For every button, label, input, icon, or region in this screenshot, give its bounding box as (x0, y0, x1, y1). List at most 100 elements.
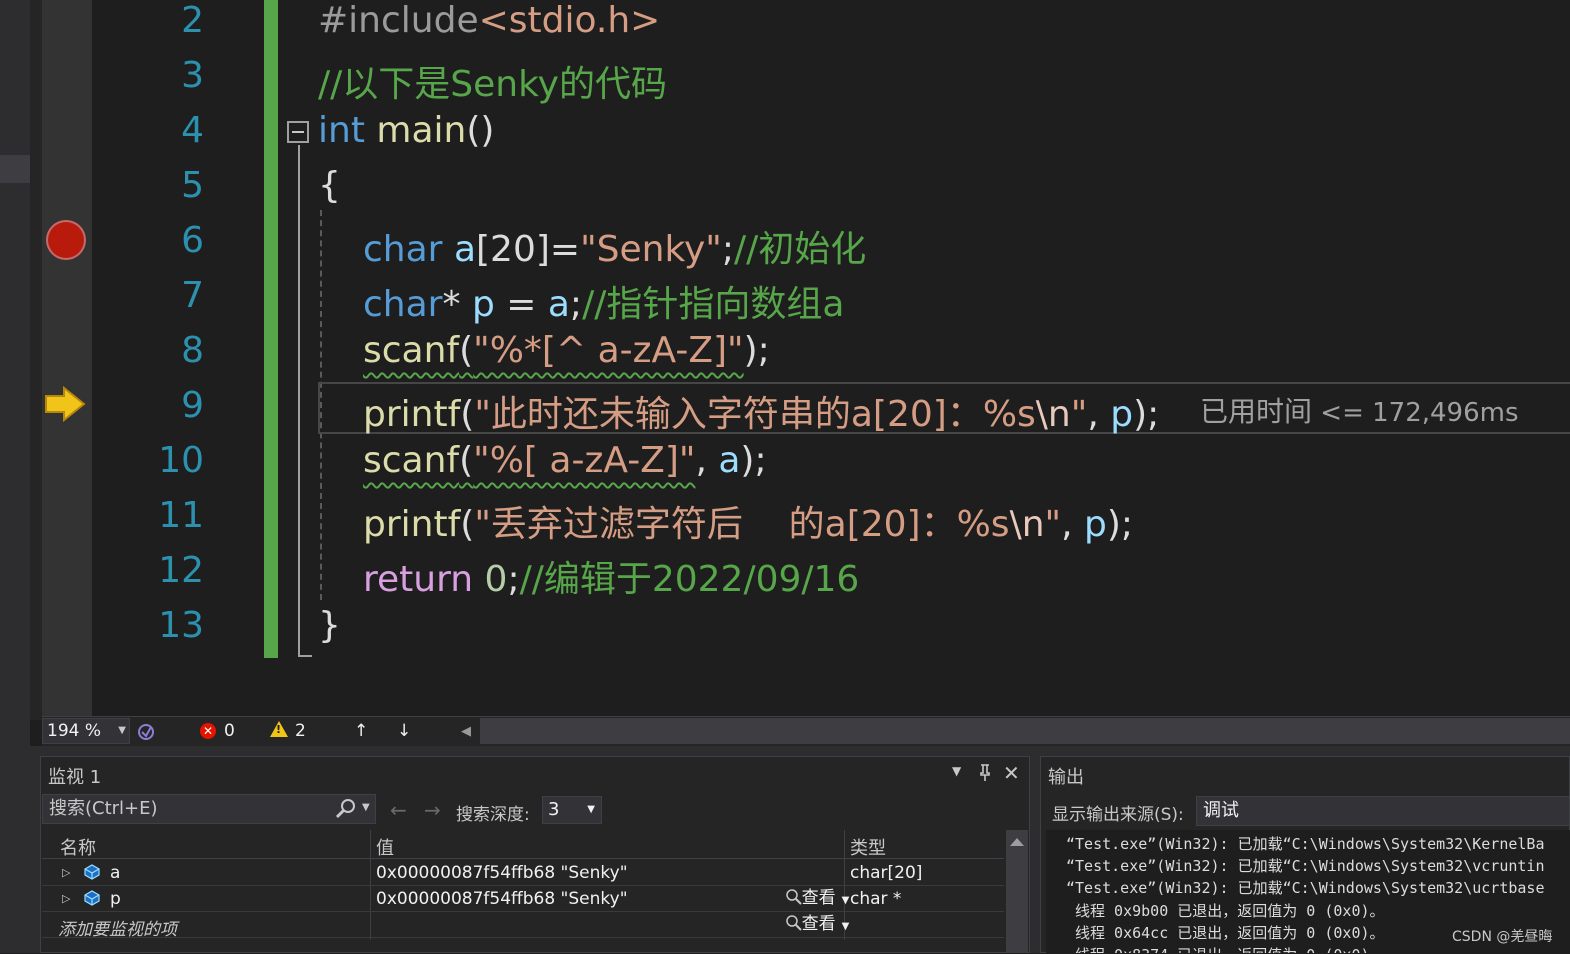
code-line-4[interactable]: int main() (318, 110, 494, 151)
variable: p (471, 284, 495, 325)
code-line-12[interactable]: return 0;//编辑于2022/09/16 (363, 550, 859, 602)
code-line-11[interactable]: printf("丢弃过滤字符后 的a[20]：%s\n", p); (363, 495, 1133, 547)
number-literal: 0 (473, 559, 508, 600)
keyword: char (363, 229, 443, 270)
search-forward-arrow-icon[interactable]: → (424, 798, 441, 822)
output-line: 线程 0x64cc 已退出，返回值为 0 (0x0)。 (1066, 924, 1385, 942)
variable: a (453, 229, 476, 270)
watch-item-value[interactable]: 0x00000087f54ffb68 "Senky" (376, 889, 628, 909)
warning-icon[interactable]: ! (270, 721, 288, 737)
add-watch-row[interactable]: 添加要监视的项 (42, 912, 1004, 940)
warning-count[interactable]: 2 (295, 721, 306, 741)
punctuation: ( (459, 440, 474, 481)
punctuation: () (466, 110, 495, 151)
add-watch-placeholder[interactable]: 添加要监视的项 (58, 915, 177, 940)
output-line: 线程 0x9b00 已退出，返回值为 0 (0x0)。 (1066, 902, 1385, 920)
function-name: main (376, 110, 467, 151)
code-line-13[interactable]: } (318, 605, 341, 646)
error-count[interactable]: 0 (224, 721, 235, 741)
line-number: 9 (181, 385, 204, 426)
keyword: return (363, 559, 474, 600)
output-line: “Test.exe”(Win32): 已加载“C:\Windows\System… (1066, 857, 1545, 875)
left-collapsed-tab[interactable] (0, 155, 30, 183)
code-line-8[interactable]: scanf("%*[^ a-zA-Z]"); (363, 330, 770, 371)
window-position-dropdown-icon[interactable]: ▼ (952, 764, 961, 778)
punctuation: ); (743, 330, 770, 371)
zoom-value: 194 % (47, 721, 102, 741)
line-number: 11 (158, 495, 204, 536)
watch-item-value[interactable]: 0x00000087f54ffb68 "Senky" (376, 863, 628, 883)
watch-row[interactable]: ▷ p 0x00000087f54ffb68 "Senky" 查看 ▼ char … (42, 886, 1004, 934)
code-line-3[interactable]: //以下是Senky的代码 (318, 55, 667, 107)
expand-arrow-icon[interactable]: ▷ (62, 892, 70, 905)
search-depth-value: 3 (548, 799, 560, 820)
punctuation: , (695, 440, 719, 481)
change-tracking-bar (264, 0, 278, 658)
code-line-2[interactable]: #include<stdio.h> (318, 0, 660, 41)
code-line-6[interactable]: char a[20]="Senky";//初始化 (363, 220, 866, 272)
punctuation: ); (1133, 394, 1160, 435)
line-number: 10 (158, 440, 204, 481)
fold-guide (298, 145, 300, 655)
string-literal: "Senky" (580, 229, 722, 270)
elapsed-value: 172,496ms (1372, 398, 1519, 428)
error-icon[interactable]: ✕ (200, 723, 216, 739)
chevron-down-icon: ▼ (587, 804, 595, 815)
punctuation: [20]= (476, 229, 581, 270)
variable-icon (84, 890, 100, 906)
code-health-icon[interactable] (136, 722, 156, 742)
collapse-icon[interactable] (287, 121, 309, 143)
watch-vertical-scrollbar[interactable] (1006, 830, 1028, 953)
punctuation: , (1087, 394, 1111, 435)
glyph-margin[interactable] (42, 0, 92, 716)
column-header-name[interactable]: 名称 (60, 834, 96, 860)
search-back-arrow-icon[interactable]: ← (390, 798, 407, 822)
expand-arrow-icon[interactable]: ▷ (62, 866, 70, 879)
variable: a (718, 440, 741, 481)
prev-issue-arrow-icon[interactable]: ↑ (354, 721, 368, 741)
watch-row[interactable]: ▷ a 0x00000087f54ffb68 "Senky" 查看 ▼ char[… (42, 860, 1004, 908)
column-header-type[interactable]: 类型 (850, 834, 886, 860)
next-issue-arrow-icon[interactable]: ↓ (397, 721, 411, 741)
punctuation: , (1061, 504, 1084, 545)
output-panel-title[interactable]: 输出 (1048, 763, 1084, 789)
punctuation: * (442, 284, 472, 325)
string-literal: " (1070, 394, 1088, 435)
perf-tip-elapsed[interactable]: 已用时间 <= 172,496ms (1200, 390, 1519, 430)
close-brace: } (318, 605, 341, 646)
search-options-chevron-down-icon[interactable]: ▼ (362, 802, 370, 813)
string-literal: "此时还未输入字符串的a[20]：%s (474, 394, 1036, 435)
comment: //以下是Senky的代码 (318, 64, 667, 105)
pin-icon[interactable] (978, 764, 992, 782)
watch-item-name: a (110, 863, 121, 883)
current-statement-arrow-icon[interactable] (44, 386, 86, 422)
code-line-9[interactable]: printf("此时还未输入字符串的a[20]：%s\n", p); (363, 385, 1159, 437)
watermark: CSDN @羌昼晦 (1452, 929, 1553, 945)
function-name: scanf (363, 330, 460, 371)
scroll-up-icon[interactable] (1010, 838, 1024, 846)
code-line-10[interactable]: scanf("%[ a-zA-Z]", a); (363, 440, 767, 481)
keyword: char (363, 284, 443, 325)
variable-icon (84, 864, 100, 880)
code-line-7[interactable]: char* p = a;//指针指向数组a (363, 275, 844, 327)
column-header-value[interactable]: 值 (376, 834, 394, 860)
close-icon[interactable]: ✕ (1003, 761, 1020, 785)
string-literal: " (1044, 504, 1062, 545)
editor-left-border (30, 0, 42, 720)
variable: p (1110, 394, 1134, 435)
search-depth-dropdown[interactable]: 3 ▼ (542, 796, 602, 824)
search-icon[interactable] (335, 798, 357, 820)
code-editor[interactable] (92, 0, 1570, 716)
watch-search-input[interactable]: 搜索(Ctrl+E) (42, 794, 376, 824)
output-source-dropdown[interactable]: 调试 (1196, 796, 1570, 826)
watch-panel-title[interactable]: 监视 1 (48, 763, 101, 789)
horizontal-scrollbar[interactable] (480, 718, 1570, 744)
code-line-5[interactable]: { (318, 165, 341, 206)
breakpoint-icon[interactable] (46, 220, 86, 260)
function-name: printf (363, 504, 461, 545)
line-number: 2 (181, 0, 204, 41)
zoom-dropdown[interactable]: 194 % ▼ (42, 718, 130, 744)
scroll-left-icon[interactable]: ◀ (461, 724, 471, 739)
output-line: “Test.exe”(Win32): 已加载“C:\Windows\System… (1066, 879, 1545, 897)
string-literal: "丢弃过滤字符后 的a[20]：%s (474, 504, 1010, 545)
